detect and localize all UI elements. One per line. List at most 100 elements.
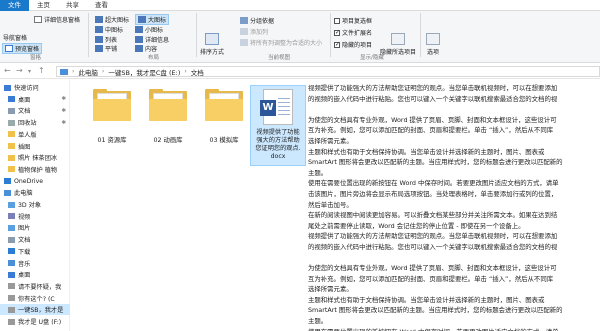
folder-item[interactable]: 02 动画库 [142,89,194,144]
nav-item[interactable]: 你有这个? (C [0,293,70,304]
nav-item[interactable]: 桌面 ✱ [0,94,70,105]
details-icon [135,36,143,43]
folder-icon [8,131,15,138]
breadcrumb-item[interactable]: 文档 [191,67,204,77]
selected-file-item[interactable]: W 视频提供了功能 强大的方法帮助 您证明您的观点. docx [250,85,306,166]
forward-arrow-icon[interactable]: → [16,66,23,75]
up-arrow-icon[interactable]: ↑ [38,66,45,75]
preview-text-line: SmartArt 图形将会更改以匹配新的主题。当应用样式时，您的标题会进行更改以… [308,158,563,167]
word-document-icon: W [260,89,293,125]
hide-selected-label: 隐藏所选项目 [380,49,417,56]
add-columns-label: 添加列 [250,29,269,36]
nav-item-label: 3D 对象 [18,202,42,209]
sort-icon [205,33,219,45]
file-name: 01 资源库 [97,137,127,144]
nav-item[interactable]: 图片 [0,222,70,233]
nav-item[interactable]: 一键SB，我才是 [0,304,70,316]
nav-pane-button[interactable]: 导航窗格 [3,33,27,42]
nav-item-label: OneDrive [14,177,44,185]
tab-file[interactable]: 文件 [0,0,29,11]
layout-medium-icons[interactable]: 中图标 [95,25,123,34]
folder-icon [93,89,131,121]
file-name: 视频提供了功能 强大的方法帮助 您证明您的观点. docx [251,129,305,161]
layout-large-icons[interactable]: 大图标 [135,14,170,25]
fit-columns-button[interactable]: 将所有列调整为合适的大小 [240,38,322,47]
layout-tiles[interactable]: 平铺 [95,44,117,53]
layout-content[interactable]: 内容 [135,44,157,53]
breadcrumb-separator: › [72,68,75,75]
add-columns-button[interactable]: 添加列 [240,27,268,36]
desktop-icon [8,271,15,278]
drive-icon [8,283,15,290]
layout-list[interactable]: 列表 [95,35,117,44]
breadcrumb-item[interactable]: 一键SB，我才是C盘 (E:) [108,67,180,77]
ribbon-tab-bar: 文件 主页 共享 查看 [0,0,600,11]
breadcrumb[interactable]: › 此电脑 › 一键SB，我才是C盘 (E:) › 文档 [56,66,600,77]
nav-item[interactable]: 文档 [0,234,70,245]
checkbox[interactable] [334,41,340,48]
tab-home[interactable]: 主页 [29,0,58,11]
nav-item[interactable]: 下载 [0,246,70,257]
preview-pane-icon [5,45,13,52]
nav-item[interactable]: OneDrive [0,176,70,187]
desktop-icon [8,96,15,103]
folder-icon [149,89,187,121]
preview-text-line: 选择所需元素。 [308,136,353,145]
hidden-items-toggle[interactable]: 隐藏的项目 [334,40,372,49]
nav-item[interactable]: 快速访问 [0,82,70,93]
nav-item[interactable]: 植物保护 植物 [0,164,70,175]
nav-item[interactable]: 视频 [0,211,70,222]
group-by-label: 分组依据 [250,18,275,25]
nav-item[interactable]: 桌面 [0,269,70,280]
tab-share[interactable]: 共享 [58,0,87,11]
ribbon-separator [420,13,421,57]
group-by-button[interactable]: 分组依据 [240,16,274,25]
checkbox[interactable] [334,29,340,36]
nav-item[interactable]: 请不要怀疑，我 [0,281,70,292]
content-icon [135,45,143,52]
layout-label: 超大图标 [105,17,130,24]
nav-item[interactable]: 插图 [0,141,70,152]
nav-item[interactable]: 3D 对象 [0,199,70,210]
preview-text-line: 为使您的文档具有专业外观，Word 提供了页眉、页脚、封面和文本框设计，这些设计… [308,264,557,273]
pin-icon: ✱ [61,96,66,103]
nav-item[interactable]: 单人版 [0,129,70,140]
tiles-icon [95,45,103,52]
breadcrumb-item[interactable]: 此电脑 [78,67,98,77]
preview-text-line: 使用在需要位置出现的新按钮在 Word 中保存时间。若要更改图片适应文档的方式，… [308,327,600,331]
details-pane-button[interactable]: 详细信息窗格 [34,15,80,24]
nav-item-label: 桌面 [18,96,31,104]
nav-item[interactable]: 照片 抹茶团冰 [0,152,70,163]
checkbox[interactable] [334,17,340,24]
add-columns-icon [240,28,248,35]
folder-item[interactable]: 03 模拟库 [198,89,250,144]
folder-icon [8,166,15,173]
file-extensions-toggle[interactable]: 文件扩展名 [334,28,372,37]
sort-by-button[interactable]: 排序方式 [200,33,224,56]
nav-item[interactable]: 此电脑 [0,187,70,198]
nav-item[interactable]: 文档 ✱ [0,105,70,116]
item-checkbox-toggle[interactable]: 项目复选框 [334,16,372,25]
checkbox-label: 项目复选框 [342,18,373,25]
drive-icon [8,295,15,302]
back-arrow-icon[interactable]: ← [4,66,11,75]
preview-text-line: 主题。 [308,168,328,177]
nav-item-label: 音乐 [18,260,31,268]
tab-view[interactable]: 查看 [87,0,116,11]
nav-item[interactable]: 我才是 U盘 (F:) [0,316,70,327]
nav-item[interactable]: 音乐 [0,258,70,269]
file-name: 02 动画库 [153,137,183,144]
options-button[interactable]: 选项 [426,33,440,56]
layout-details[interactable]: 详细信息 [135,35,169,44]
recent-dropdown-icon[interactable]: ▾ [28,68,31,75]
ribbon: 导航窗格 预览窗格 详细信息窗格 窗格 超大图标 大图标 中图标 小图标 列表 … [0,11,600,63]
hide-selected-button[interactable]: 隐藏所选项目 [380,33,416,56]
layout-extra-large-icons[interactable]: 超大图标 [95,15,129,24]
folder-item[interactable]: 01 资源库 [86,89,138,144]
layout-small-icons[interactable]: 小图标 [135,25,163,34]
music-icon [8,260,15,266]
preview-pane: 视频提供了功能强大的方法帮助您证明您的观点。当您单击联机视频时，可以在想要添加的… [308,83,600,331]
nav-item[interactable]: 回收站 ✱ [0,117,70,128]
nav-pane-label: 导航窗格 [3,35,28,42]
star-icon [4,84,11,91]
